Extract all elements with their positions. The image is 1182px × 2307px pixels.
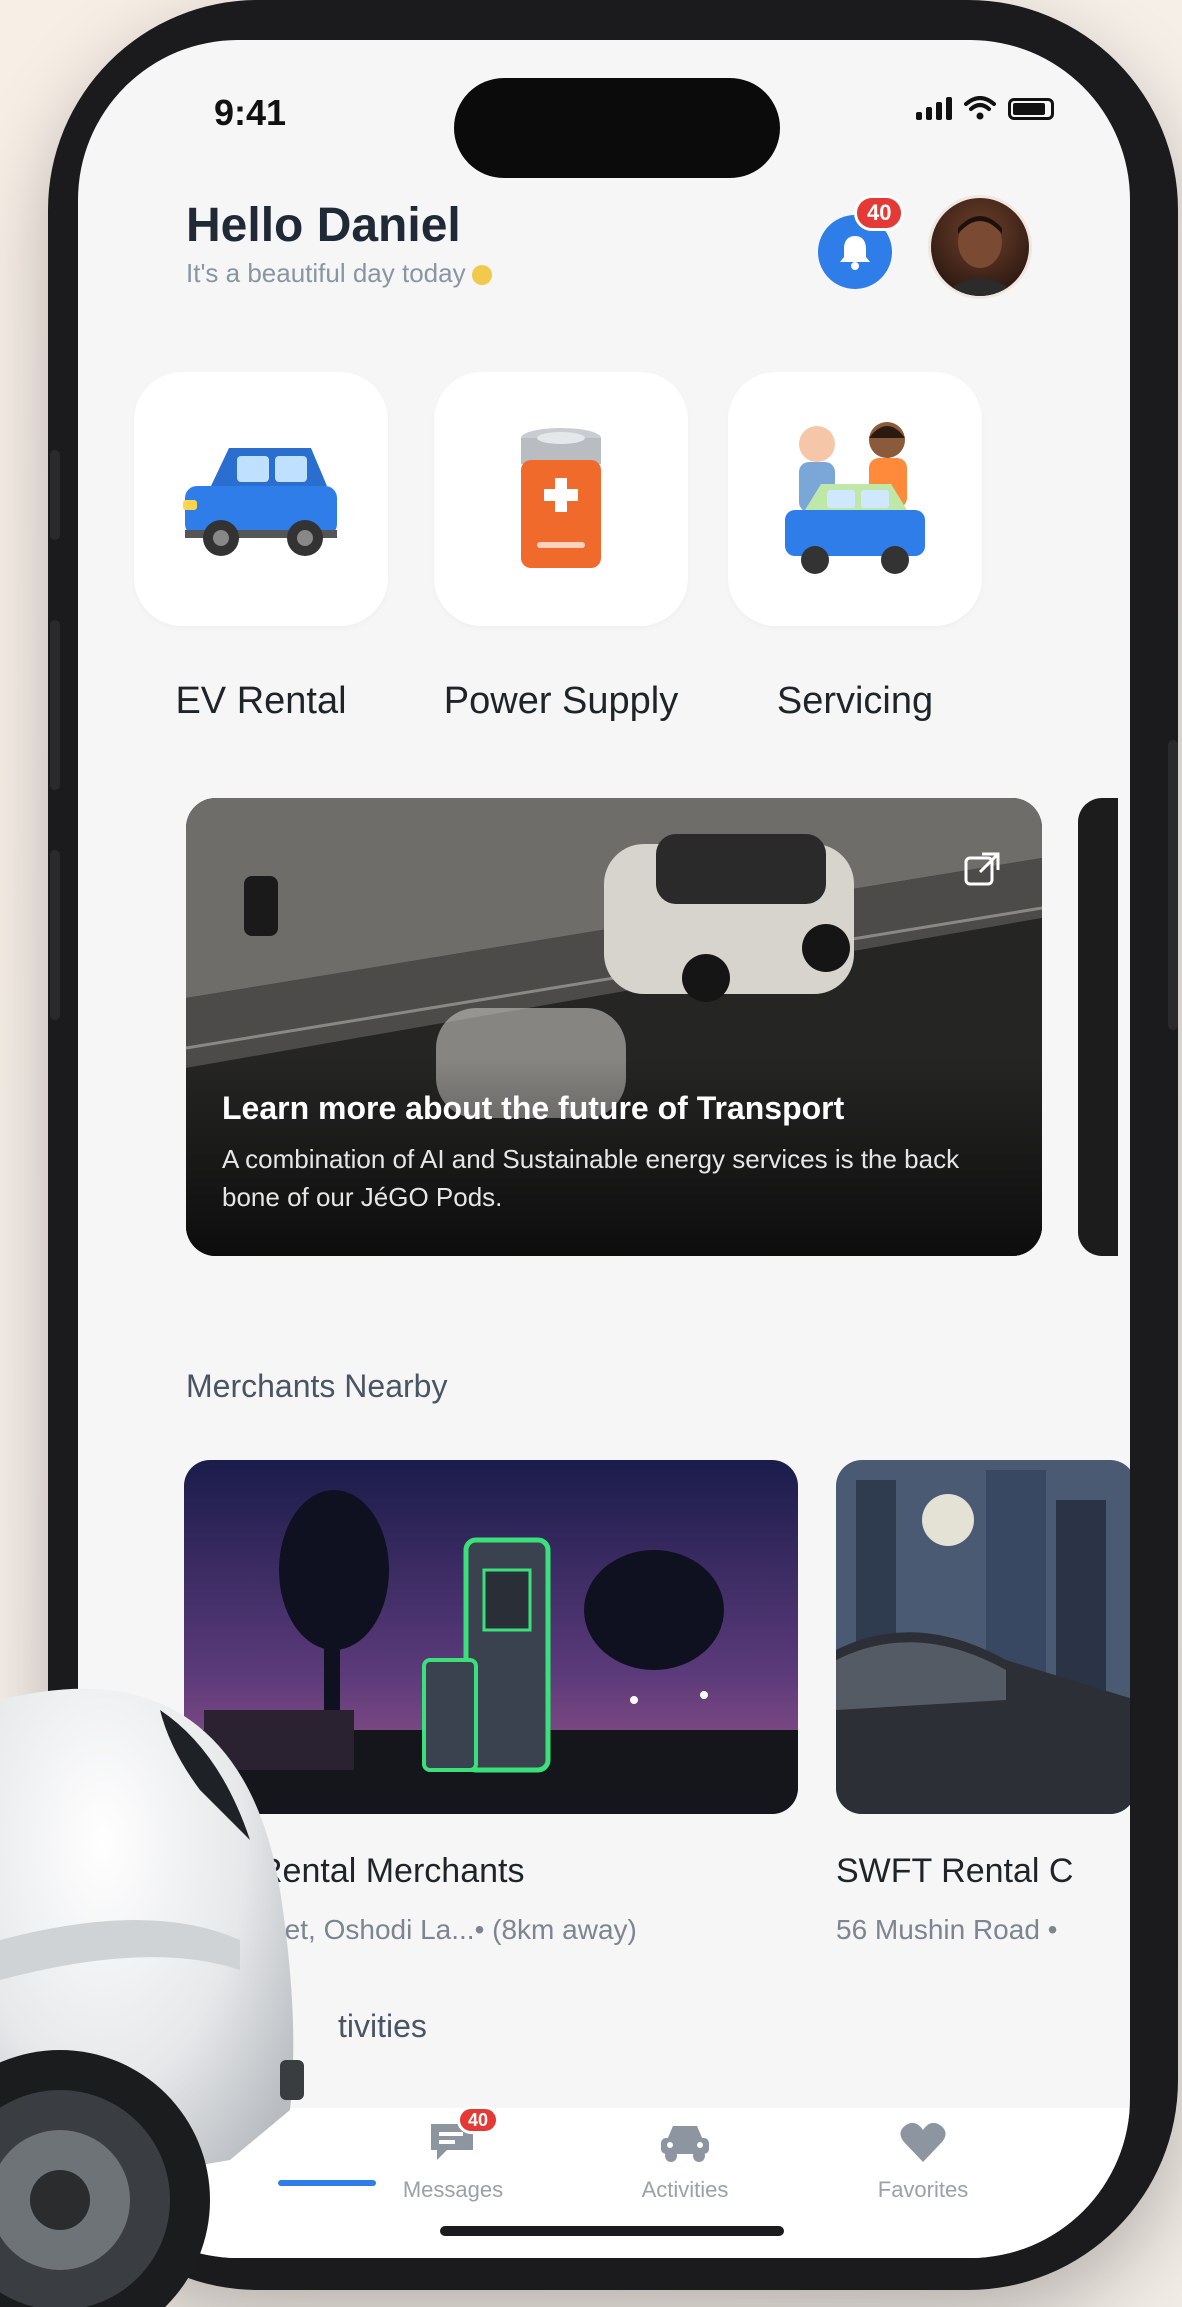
merchant-card-image[interactable] [836,1460,1130,1814]
battery-status-icon [1008,98,1054,120]
car-front-icon [661,2126,709,2162]
heart-icon [900,2122,946,2162]
merchant-name[interactable]: SWFT Rental C [836,1852,1073,1891]
side-button [50,850,60,1020]
tab-messages[interactable]: 40 Messages [378,2106,528,2203]
ev-rental-tile[interactable] [134,372,388,626]
notifications-button[interactable]: 40 [818,195,905,289]
home-indicator [440,2226,784,2236]
power-supply-label: Power Supply [443,680,679,722]
transport-banner[interactable]: Learn more about the future of Transport… [186,798,1042,1256]
greeting-title: Hello Daniel [186,199,461,252]
message-icon: 40 [427,2106,500,2169]
greeting-subtitle-text: It's a beautiful day today [186,258,466,288]
avatar[interactable] [928,195,1032,299]
ev-rental-label: EV Rental [175,680,347,722]
tab-activities[interactable]: Activities [610,2120,760,2203]
tab-activities-label: Activities [641,2177,729,2202]
sun-emoji-icon [471,265,492,286]
side-button [50,450,60,540]
power-supply-tile[interactable] [434,372,688,626]
status-icons [916,96,1054,120]
merchants-section-title: Merchants Nearby [186,1368,448,1404]
wifi-icon [964,96,996,120]
car-icon [183,448,337,556]
city-car-photo [836,1460,1130,1814]
tab-favorites-label: Favorites [877,2177,969,2202]
side-button [1168,740,1178,1030]
next-banner-peek[interactable] [1078,798,1118,1256]
tab-messages-label: Messages [402,2177,504,2202]
external-link-icon[interactable] [962,850,1002,890]
greeting-subtitle: It's a beautiful day today [186,258,492,289]
servicing-label: Servicing [776,680,934,722]
servicing-tile[interactable] [728,372,982,626]
dynamic-island [454,78,780,178]
tab-favorites[interactable]: Favorites [848,2120,998,2203]
notification-badge: 40 [854,195,905,231]
side-button [50,620,60,790]
banner-description: A combination of AI and Sustainable ener… [222,1144,960,1212]
car-photo-overlay [0,1688,304,2307]
people-car-icon [785,422,925,574]
merchant-address: 56 Mushin Road • [836,1914,1058,1945]
messages-badge: 40 [457,2106,500,2134]
battery-icon [521,428,601,568]
status-time: 9:41 [214,92,287,133]
signal-icon [916,96,952,120]
banner-title: Learn more about the future of Transport [222,1090,845,1126]
